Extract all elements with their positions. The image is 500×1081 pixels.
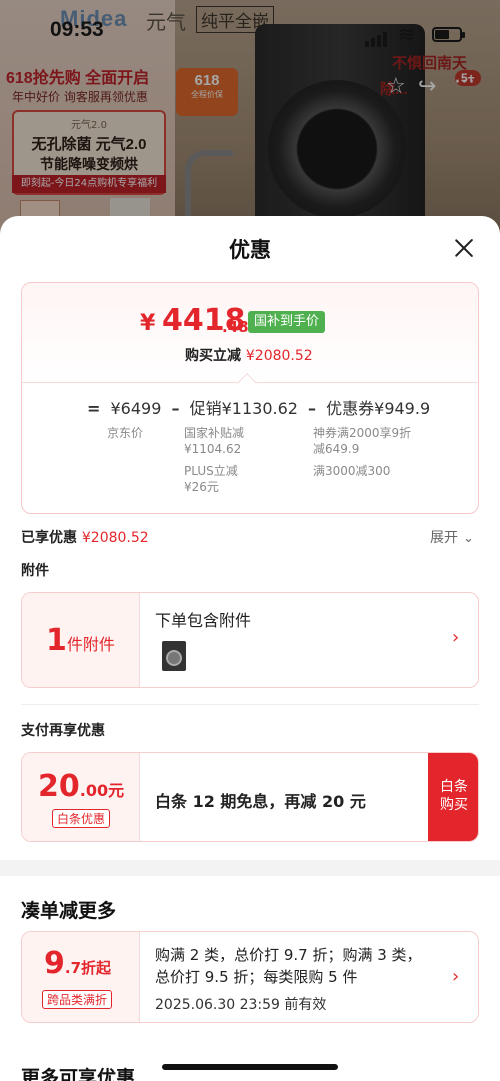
expand-toggle[interactable]: 展开	[430, 527, 474, 547]
divider	[21, 704, 479, 705]
promo-detail-2: PLUS立减 ¥26元	[184, 463, 238, 495]
more-section-title: 更多可享优惠	[21, 1067, 136, 1081]
minus-sign: –	[171, 399, 180, 418]
baitiao-amount-int: 20	[38, 769, 80, 804]
total-cut-label: 购买立减	[185, 348, 241, 364]
baitiao-description: 白条 12 期免息，再减 20 元	[155, 792, 366, 811]
currency-symbol: ¥	[140, 311, 156, 336]
promo-detail-2-label: PLUS立减	[184, 464, 238, 478]
sheet-title: 优惠	[229, 238, 271, 262]
jd-price: ¥6499	[110, 399, 162, 418]
promo-detail-1-value: ¥1104.62	[184, 442, 242, 456]
bundle-offer-card[interactable]: 9.7折起 跨品类满折 购满 2 类，总价打 9.7 折；购满 3 类，总价打 …	[21, 931, 479, 1023]
bundle-description: 购满 2 类，总价打 9.7 折；购满 3 类，总价打 9.5 折；每类限购 5…	[155, 946, 422, 986]
home-indicator[interactable]	[162, 1064, 338, 1070]
bundle-expiry: 2025.06.30 23:59 前有效	[155, 997, 327, 1013]
price-breakdown-card: ¥ 4418 .48 国补到手价 购买立减 ¥2080.52 = ¥6499 –…	[21, 282, 479, 514]
washer-thumb-door	[166, 650, 182, 666]
accessory-section-title: 附件	[21, 563, 49, 579]
bundle-discount: 9.7折起	[44, 946, 111, 981]
accessory-count-number: 1	[46, 623, 67, 658]
accessory-thumbnail	[162, 641, 186, 671]
enjoyed-label: 已享优惠	[21, 530, 77, 546]
enjoyed-discount: 已享优惠 ¥2080.52	[21, 527, 149, 547]
jd-price-label: 京东价	[107, 426, 144, 440]
bundle-section-title: 凑单减更多	[21, 900, 117, 922]
bundle-discount-dec: .7折起	[64, 959, 112, 977]
discount-sheet: 优惠 ¥ 4418 .48 国补到手价 购买立减 ¥2080.52 = ¥649…	[0, 216, 500, 1081]
final-price-area	[22, 283, 478, 383]
total-cut: 购买立减 ¥2080.52	[185, 345, 313, 365]
chevron-right-icon: ›	[452, 627, 460, 648]
bundle-discount-int: 9	[44, 946, 65, 981]
battery-icon	[432, 27, 465, 42]
coupon-detail-1: 神券满2000享9折 减649.9	[313, 425, 411, 457]
promo-detail-1-label: 国家补贴减	[184, 426, 245, 440]
baitiao-card: 20.00元 白条优惠 白条 12 期免息，再减 20 元 白条购买	[21, 752, 479, 842]
promo-detail-1: 国家补贴减 ¥1104.62	[184, 425, 244, 457]
bundle-tag: 跨品类满折	[42, 990, 113, 1009]
baitiao-amount: 20.00元	[38, 769, 124, 804]
accessory-count-unit: 件附件	[66, 635, 115, 654]
wifi-icon: ≋	[398, 22, 415, 46]
total-cut-value: ¥2080.52	[245, 348, 313, 364]
section-gap	[0, 860, 500, 876]
cellular-signal-icon	[365, 28, 389, 47]
payment-section-title: 支付再享优惠	[21, 723, 105, 739]
accessory-card[interactable]: 1件附件 下单包含附件 ›	[21, 592, 479, 688]
final-price-decimal: .48	[222, 318, 249, 336]
price-formula: = ¥6499 – 促销¥1130.62 – 优惠券¥949.9	[82, 395, 430, 419]
subsidy-price-tag: 国补到手价	[248, 311, 326, 333]
baitiao-tag: 白条优惠	[52, 809, 111, 828]
accessory-count: 1件附件	[46, 623, 115, 658]
equals-sign: =	[87, 399, 101, 418]
coupon-detail-1-value: 减649.9	[313, 442, 360, 456]
coupon-amount: 优惠券¥949.9	[326, 399, 431, 418]
clock: 09:53	[50, 18, 104, 41]
coupon-detail-2: 满3000减300	[313, 464, 391, 478]
promo-amount: 促销¥1130.62	[189, 399, 298, 418]
accessory-title: 下单包含附件	[155, 611, 252, 630]
minus-sign: –	[308, 399, 317, 418]
status-bar: 09:53 ≋	[0, 0, 500, 56]
chevron-right-icon: ›	[452, 966, 460, 987]
coupon-detail-1-label: 神券满2000享9折	[313, 426, 412, 440]
baitiao-buy-button[interactable]: 白条购买	[428, 753, 478, 841]
baitiao-amount-dec: .00元	[79, 781, 125, 800]
enjoyed-value: ¥2080.52	[81, 530, 149, 546]
promo-detail-2-value: ¥26元	[184, 480, 219, 494]
close-icon[interactable]	[452, 236, 476, 260]
